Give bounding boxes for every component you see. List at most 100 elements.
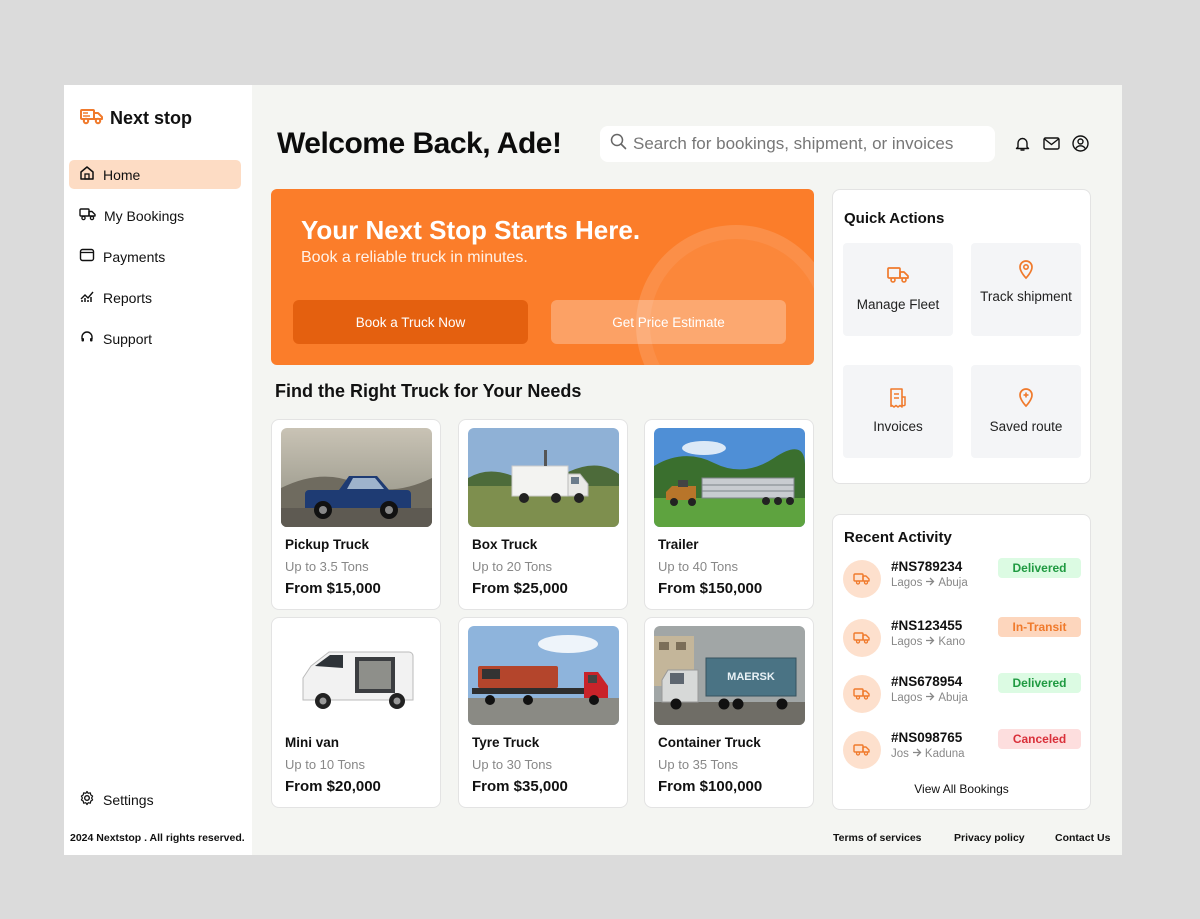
container-brand-text: MAERSK: [727, 671, 775, 683]
sidebar-item-reports[interactable]: Reports: [69, 283, 241, 312]
truck-name: Mini van: [285, 735, 340, 750]
truck-logo-icon: [80, 107, 104, 130]
sidebar-item-label: Payments: [103, 248, 166, 265]
truck-price: From $20,000: [285, 778, 381, 795]
truck-card-trailer[interactable]: Trailer Up to 40 Tons From $150,000: [644, 419, 814, 610]
brand-name: Next stop: [110, 108, 193, 128]
sidebar-item-home[interactable]: Home: [69, 160, 241, 189]
status-badge: Delivered: [998, 673, 1081, 693]
book-truck-button[interactable]: Book a Truck Now: [293, 300, 528, 344]
truck-card-box[interactable]: Box Truck Up to 20 Tons From $25,000: [458, 419, 628, 610]
quick-action-invoices[interactable]: Invoices: [843, 365, 953, 458]
truck-capacity: Up to 30 Tons: [472, 757, 552, 772]
sidebar-item-label: Support: [103, 330, 153, 347]
booking-id: #NS098765: [891, 730, 963, 745]
quick-actions-title: Quick Actions: [844, 210, 945, 227]
arrow-right-icon: [912, 748, 922, 760]
brand[interactable]: Next stop: [80, 107, 192, 130]
truck-avatar: [843, 675, 881, 713]
truck-name: Tyre Truck: [472, 735, 540, 750]
truck-capacity: Up to 20 Tons: [472, 559, 552, 574]
home-icon: [79, 165, 95, 184]
wallet-icon: [79, 247, 95, 266]
gear-icon: [79, 790, 95, 809]
pickup-truck-image: [281, 428, 432, 527]
truck-icon: [853, 688, 870, 700]
truck-card-pickup[interactable]: Pickup Truck Up to 3.5 Tons From $15,000: [271, 419, 441, 610]
quick-action-label: Manage Fleet: [856, 297, 940, 312]
trailer-image: [654, 428, 805, 527]
recent-activity-panel: Recent Activity #NS789234 Lagos Abuja De…: [832, 514, 1091, 810]
bell-icon[interactable]: [1014, 135, 1031, 152]
box-truck-image: [468, 428, 619, 527]
sidebar-item-label: Home: [103, 166, 141, 183]
activity-row[interactable]: #NS123455 Lagos Kano In-Transit: [843, 616, 1083, 660]
search-bar[interactable]: [600, 126, 995, 162]
trucks-section-title: Find the Right Truck for Your Needs: [275, 381, 582, 401]
truck-name: Box Truck: [472, 537, 538, 552]
truck-price: From $25,000: [472, 580, 568, 597]
privacy-link[interactable]: Privacy policy: [954, 832, 1025, 844]
booking-id: #NS123455: [891, 618, 963, 633]
quick-action-label: Saved route: [989, 419, 1063, 434]
sidebar-nav: Home My Bookings Payments Reports Suppor…: [69, 160, 241, 365]
contact-link[interactable]: Contact Us: [1055, 832, 1110, 844]
activity-row[interactable]: #NS789234 Lagos Abuja Delivered: [843, 557, 1083, 601]
sidebar: Next stop Home My Bookings Payments Repo…: [64, 85, 252, 855]
sidebar-item-label: My Bookings: [104, 207, 185, 224]
quick-action-manage-fleet[interactable]: Manage Fleet: [843, 243, 953, 336]
tyre-truck-image: [468, 626, 619, 725]
quick-actions-panel: Quick Actions Manage Fleet Track shipmen…: [832, 189, 1091, 484]
truck-card-minivan[interactable]: Mini van Up to 10 Tons From $20,000: [271, 617, 441, 808]
container-truck-image: MAERSK: [654, 626, 805, 725]
sidebar-item-payments[interactable]: Payments: [69, 242, 241, 271]
search-input[interactable]: [633, 134, 988, 154]
chart-icon: [79, 288, 95, 307]
price-estimate-button[interactable]: Get Price Estimate: [551, 300, 786, 344]
route-to: Abuja: [938, 577, 968, 589]
booking-route: Lagos Abuja: [891, 577, 968, 589]
truck-avatar: [843, 560, 881, 598]
quick-action-track-shipment[interactable]: Track shipment: [971, 243, 1081, 336]
quick-action-label: Track shipment: [980, 289, 1072, 304]
route-from: Jos: [891, 748, 909, 760]
activity-row[interactable]: #NS678954 Lagos Abuja Delivered: [843, 672, 1083, 716]
truck-icon: [853, 573, 870, 585]
view-all-bookings-link[interactable]: View All Bookings: [833, 782, 1090, 796]
truck-name: Pickup Truck: [285, 537, 370, 552]
truck-card-tyre[interactable]: Tyre Truck Up to 30 Tons From $35,000: [458, 617, 628, 808]
truck-capacity: Up to 3.5 Tons: [285, 559, 369, 574]
status-badge: Canceled: [998, 729, 1081, 749]
truck-capacity: Up to 35 Tons: [658, 757, 738, 772]
booking-route: Lagos Kano: [891, 636, 965, 648]
terms-link[interactable]: Terms of services: [833, 832, 922, 844]
quick-action-saved-route[interactable]: Saved route: [971, 365, 1081, 458]
truck-card-container[interactable]: MAERSK Container Truck Up to 35 Tons Fro…: [644, 617, 814, 808]
booking-id: #NS789234: [891, 559, 963, 574]
status-badge: Delivered: [998, 558, 1081, 578]
truck-price: From $150,000: [658, 580, 763, 597]
settings-link[interactable]: Settings: [79, 790, 154, 809]
truck-capacity: Up to 40 Tons: [658, 559, 738, 574]
header-actions: [1014, 135, 1089, 152]
truck-price: From $15,000: [285, 580, 381, 597]
truck-price: From $100,000: [658, 778, 763, 795]
route-to: Abuja: [938, 692, 968, 704]
headset-icon: [79, 329, 95, 348]
settings-label: Settings: [103, 791, 154, 808]
truck-avatar: [843, 619, 881, 657]
booking-id: #NS678954: [891, 674, 963, 689]
mail-icon[interactable]: [1043, 135, 1060, 152]
recent-activity-title: Recent Activity: [844, 529, 952, 546]
sidebar-item-support[interactable]: Support: [69, 324, 241, 353]
hero-banner: Your Next Stop Starts Here. Book a relia…: [271, 189, 814, 365]
activity-row[interactable]: #NS098765 Jos Kaduna Canceled: [843, 728, 1083, 772]
sidebar-item-my-bookings[interactable]: My Bookings: [69, 201, 241, 230]
search-icon: [610, 133, 627, 155]
hero-decoration: [636, 225, 814, 365]
user-profile-icon[interactable]: [1072, 135, 1089, 152]
hero-subtitle: Book a reliable truck in minutes.: [301, 249, 528, 266]
app-frame: Next stop Home My Bookings Payments Repo…: [64, 85, 1122, 855]
quick-action-label: Invoices: [873, 419, 923, 434]
status-badge: In-Transit: [998, 617, 1081, 637]
